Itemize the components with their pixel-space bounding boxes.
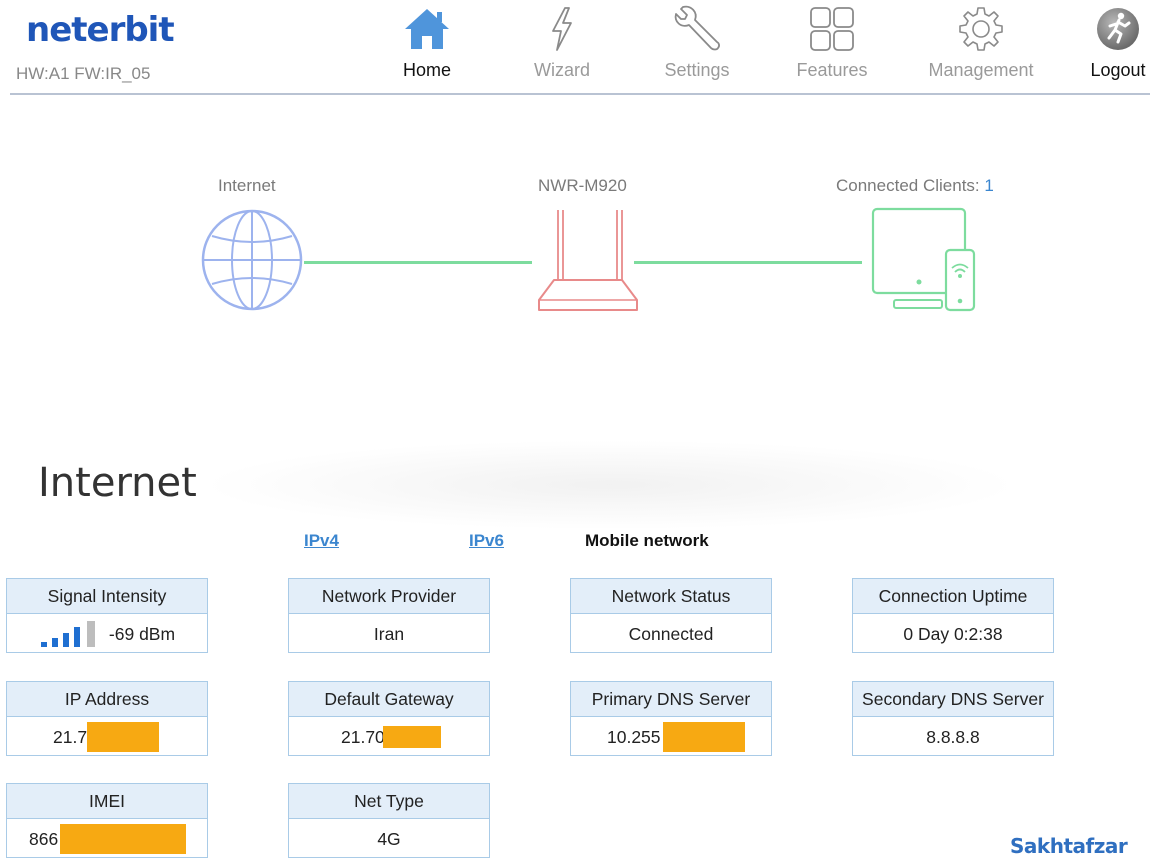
card-value: 866 [7, 819, 207, 859]
nav-home[interactable]: Home [352, 4, 502, 88]
lightning-icon [534, 4, 590, 54]
section-title: Internet [38, 460, 197, 506]
topology-internet-label: Internet [218, 176, 276, 195]
redaction-block [60, 824, 187, 854]
card-ip-address: IP Address 21.7( [6, 681, 208, 756]
card-value: 10.255 [571, 717, 771, 757]
nav-features[interactable]: Features [757, 4, 907, 88]
card-network-status: Network Status Connected [570, 578, 772, 653]
nav-wizard-label: Wizard [533, 60, 590, 80]
nav-features-label: Features [796, 60, 868, 80]
card-label: Signal Intensity [7, 579, 207, 614]
tab-ipv4[interactable]: IPv4 [304, 531, 339, 551]
redaction-block [86, 722, 159, 752]
wrench-icon [669, 4, 725, 54]
card-value: 0 Day 0:2:38 [903, 623, 1003, 644]
logout-icon [1090, 4, 1146, 54]
card-signal-intensity: Signal Intensity -69 dBm [6, 578, 208, 653]
nav-management-label: Management [928, 60, 1034, 80]
topology-clients-count[interactable]: 1 [984, 176, 993, 195]
nav-wizard[interactable]: Wizard [487, 4, 637, 88]
default-gateway-value: 21.70 [341, 726, 385, 747]
section-glow [200, 440, 1020, 530]
nav-home-label: Home [402, 60, 451, 80]
brand-logo-text: neterbit [26, 10, 175, 50]
connected-devices-icon [868, 206, 980, 319]
hardware-firmware-version: HW:A1 FW:IR_05 [16, 64, 151, 83]
card-value: 21.7( [7, 717, 207, 757]
signal-value: -69 dBm [108, 623, 176, 644]
topology-clients: Connected Clients: 1 [836, 176, 994, 196]
card-value: Connected [628, 623, 714, 644]
card-value: -69 dBm [7, 614, 207, 654]
card-label: IMEI [7, 784, 207, 819]
card-label: Connection Uptime [853, 579, 1053, 614]
gear-icon [953, 4, 1009, 54]
card-network-provider: Network Provider Iran [288, 578, 490, 653]
nav-logout[interactable]: Logout [1043, 4, 1160, 88]
card-connection-uptime: Connection Uptime 0 Day 0:2:38 [852, 578, 1054, 653]
router-icon [534, 206, 642, 319]
globe-icon [200, 208, 304, 317]
card-net-type: Net Type 4G [288, 783, 490, 858]
redaction-block [662, 722, 745, 752]
connection-line-router-clients [634, 261, 862, 264]
primary-dns-value: 10.255 [607, 726, 661, 747]
topology-clients-label: Connected Clients: [836, 176, 980, 195]
header-divider [10, 93, 1150, 95]
nav-settings-label: Settings [664, 60, 730, 80]
card-label: IP Address [7, 682, 207, 717]
redaction-block [382, 726, 441, 748]
card-label: Primary DNS Server [571, 682, 771, 717]
home-icon [399, 4, 455, 54]
card-value: 8.8.8.8 [926, 726, 980, 747]
topology-device-label: NWR-M920 [538, 176, 627, 195]
signal-bars-icon [40, 621, 95, 647]
tab-mobile-network[interactable]: Mobile network [585, 531, 709, 551]
watermark-logo: Sakhtafzar [1010, 834, 1128, 858]
imei-value: 866 [29, 828, 59, 849]
card-default-gateway: Default Gateway 21.70 [288, 681, 490, 756]
card-primary-dns: Primary DNS Server 10.255 [570, 681, 772, 756]
card-imei: IMEI 866 [6, 783, 208, 858]
card-label: Net Type [289, 784, 489, 819]
connection-line-internet-router [304, 261, 532, 264]
card-label: Default Gateway [289, 682, 489, 717]
card-label: Network Provider [289, 579, 489, 614]
tab-ipv6[interactable]: IPv6 [469, 531, 504, 551]
card-value: Iran [373, 623, 405, 644]
nav-settings[interactable]: Settings [622, 4, 772, 88]
grid-icon [804, 4, 860, 54]
card-secondary-dns: Secondary DNS Server 8.8.8.8 [852, 681, 1054, 756]
card-value: 4G [377, 828, 401, 849]
card-label: Secondary DNS Server [853, 682, 1053, 717]
nav-management[interactable]: Management [906, 4, 1056, 88]
card-value: 21.70 [289, 717, 489, 757]
brand-logo: neterbit [26, 10, 175, 50]
nav-logout-label: Logout [1090, 60, 1146, 80]
watermark-text: Sakhtafzar [1010, 834, 1128, 858]
card-label: Network Status [571, 579, 771, 614]
